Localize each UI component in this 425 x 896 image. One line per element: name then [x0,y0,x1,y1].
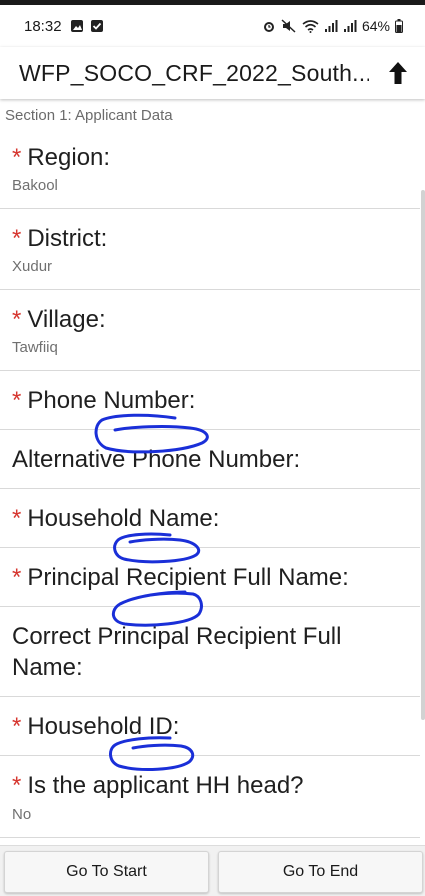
status-bar: 18:32 64% [0,5,425,47]
question-label: * Phone Number: [12,387,196,414]
image-icon [70,20,83,32]
section-title: Section 1: Applicant Data [5,107,173,124]
question-principal-recipient-full-name[interactable]: * Principal Recipient Full Name: [0,548,420,607]
question-applicant-hh-head[interactable]: * Is the applicant HH head? No [0,756,420,838]
answer-value: Xudur [12,258,53,275]
go-to-end-button[interactable]: Go To End [218,851,423,893]
signal-icon [324,20,338,32]
question-label: * District: [12,225,108,252]
required-marker: * [12,713,22,740]
mute-icon [281,19,296,33]
question-label: * Village: [12,306,106,333]
question-alternative-phone-number[interactable]: Alternative Phone Number: [0,430,420,489]
question-correct-principal-recipient-full-name[interactable]: Correct Principal Recipient Full Name: [0,607,420,697]
question-label: * Household ID: [12,713,180,740]
question-region[interactable]: * Region: Bakool [0,132,420,209]
question-label: * Is the applicant HH head? [12,772,304,799]
check-square-icon [90,20,103,32]
required-marker: * [12,144,22,171]
upload-arrow-icon[interactable] [387,59,409,87]
answer-value: Tawfiiq [12,339,58,356]
question-label: Correct Principal Recipient Full Name: [12,623,342,681]
signal-icon [343,20,357,32]
question-label: Alternative Phone Number: [12,446,301,473]
battery-icon [395,19,403,33]
form-title: WFP_SOCO_CRF_2022_South... [19,59,369,86]
required-marker: * [12,387,22,414]
alarm-icon [263,22,274,32]
go-to-start-button[interactable]: Go To Start [4,851,209,893]
answer-value: No [12,806,32,823]
question-household-name[interactable]: * Household Name: [0,489,420,548]
question-district[interactable]: * District: Xudur [0,209,420,290]
wifi-icon [302,20,319,33]
app-bar: WFP_SOCO_CRF_2022_South... [0,47,425,99]
battery-percent: 64% [361,18,390,34]
question-household-id[interactable]: * Household ID: [0,697,420,756]
required-marker: * [12,225,22,252]
required-marker: * [12,772,22,799]
question-phone-number[interactable]: * Phone Number: [0,371,420,430]
question-label: * Principal Recipient Full Name: [12,564,349,591]
status-time: 18:32 [24,17,62,35]
question-village[interactable]: * Village: Tawfiiq [0,290,420,371]
footer-bar: Go To Start Go To End [0,845,425,896]
required-marker: * [12,505,22,532]
required-marker: * [12,306,22,333]
scrollbar[interactable] [421,190,425,720]
required-marker: * [12,564,22,591]
answer-value: Bakool [12,177,58,194]
question-label: * Region: [12,144,111,171]
question-label: * Household Name: [12,505,220,532]
